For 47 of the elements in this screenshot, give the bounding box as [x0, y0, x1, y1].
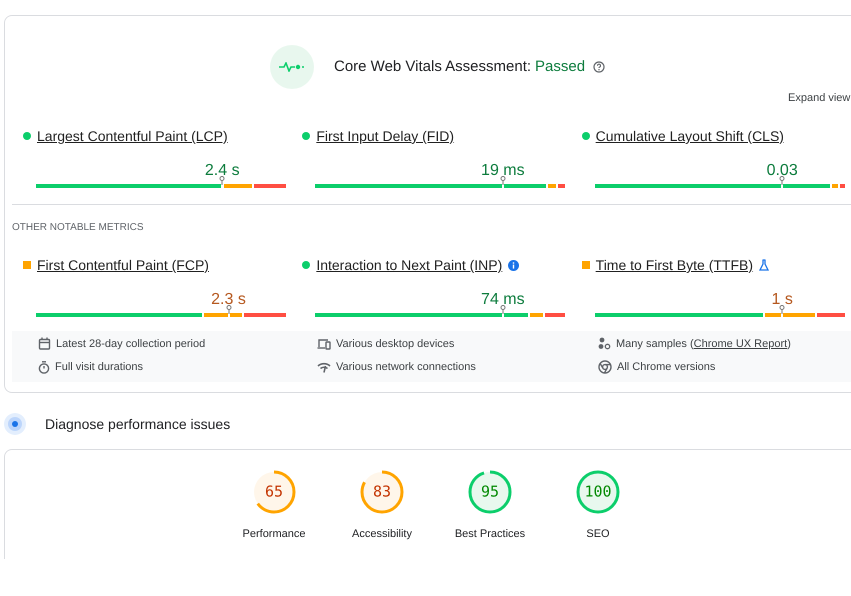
expand-view-link[interactable]: Expand view [788, 92, 851, 104]
metric-link[interactable]: Interaction to Next Paint (INP) [316, 257, 502, 273]
metric-value: 74 ms [481, 291, 525, 309]
metric-value: 19 ms [481, 162, 525, 180]
stopwatch-icon [38, 360, 50, 374]
detail-text: Various network connections [336, 361, 476, 373]
help-icon[interactable] [593, 61, 606, 73]
detail-text: All Chrome versions [617, 361, 716, 373]
assessment-result: Passed [535, 58, 586, 75]
score-value: 100 [584, 484, 612, 500]
score-value: 65 [264, 484, 284, 500]
detail-text: Various desktop devices [336, 338, 454, 350]
metric-value: 2.3 s [211, 291, 246, 309]
metric-link[interactable]: First Contentful Paint (FCP) [37, 257, 209, 273]
dot-icon [23, 132, 31, 140]
dot-icon [302, 132, 310, 140]
metric-value: 2.4 s [204, 162, 240, 180]
metric-link[interactable]: First Input Delay (FID) [316, 128, 454, 144]
detail-text: Full visit durations [55, 361, 144, 373]
score-label: Performance [242, 528, 306, 540]
pulse-logo-icon [270, 45, 314, 89]
section-heading: OTHER NOTABLE METRICS [12, 222, 144, 233]
dot-icon [302, 261, 310, 269]
report-link[interactable]: Chrome UX Report [694, 338, 788, 350]
metric-link[interactable]: Time to First Byte (TTFB) [596, 257, 754, 273]
dots-icon [598, 337, 611, 350]
square-icon [582, 261, 590, 269]
metric-link[interactable]: Largest Contentful Paint (LCP) [37, 128, 228, 144]
calendar-icon [38, 337, 51, 350]
assessment-title: Core Web Vitals Assessment: [334, 58, 532, 75]
metric-value: 1 s [771, 291, 793, 309]
score-label: Accessibility [352, 528, 412, 540]
score-value: 83 [372, 484, 392, 500]
score-label: SEO [586, 528, 610, 540]
score-label: Best Practices [454, 528, 526, 540]
browser-icon [598, 360, 612, 374]
devices-icon [317, 338, 331, 350]
dot-icon [582, 132, 590, 140]
detail-text: Many samples (Chrome UX Report) [616, 338, 791, 350]
signal-icon [317, 362, 331, 372]
metric-value: 0.03 [766, 162, 798, 180]
detail-text: Latest 28-day collection period [56, 338, 206, 350]
metric-link[interactable]: Cumulative Layout Shift (CLS) [596, 128, 784, 144]
score-value: 95 [480, 484, 500, 500]
section-title: Diagnose performance issues [45, 416, 230, 432]
diagnose-icon [4, 413, 26, 435]
square-icon [23, 261, 31, 269]
